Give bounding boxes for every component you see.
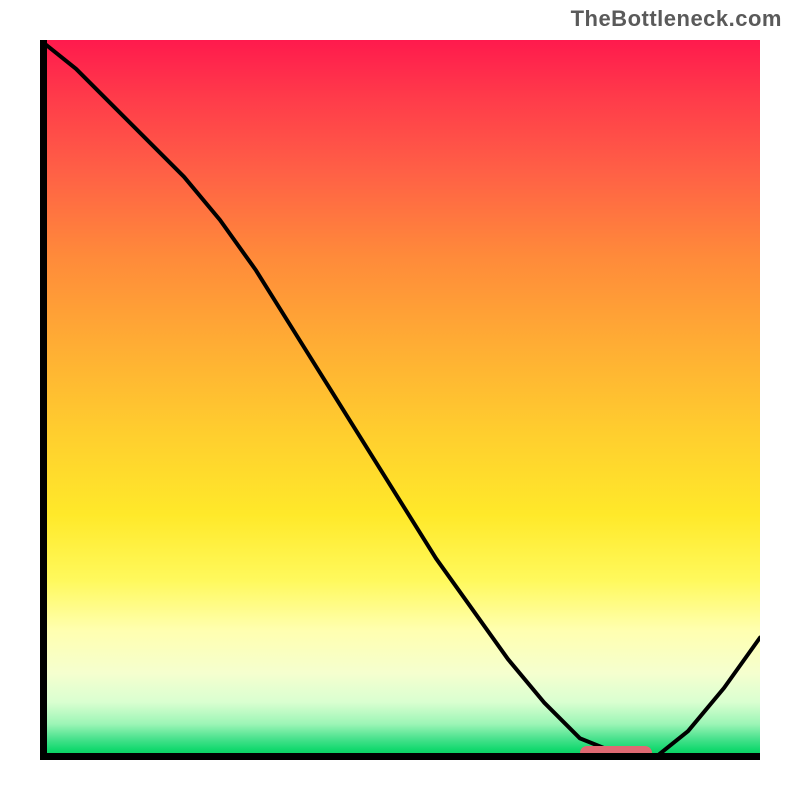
plot-background (40, 40, 760, 760)
optimal-range-marker (580, 746, 652, 760)
watermark-text: TheBottleneck.com (571, 6, 782, 32)
chart-stage: TheBottleneck.com (0, 0, 800, 800)
